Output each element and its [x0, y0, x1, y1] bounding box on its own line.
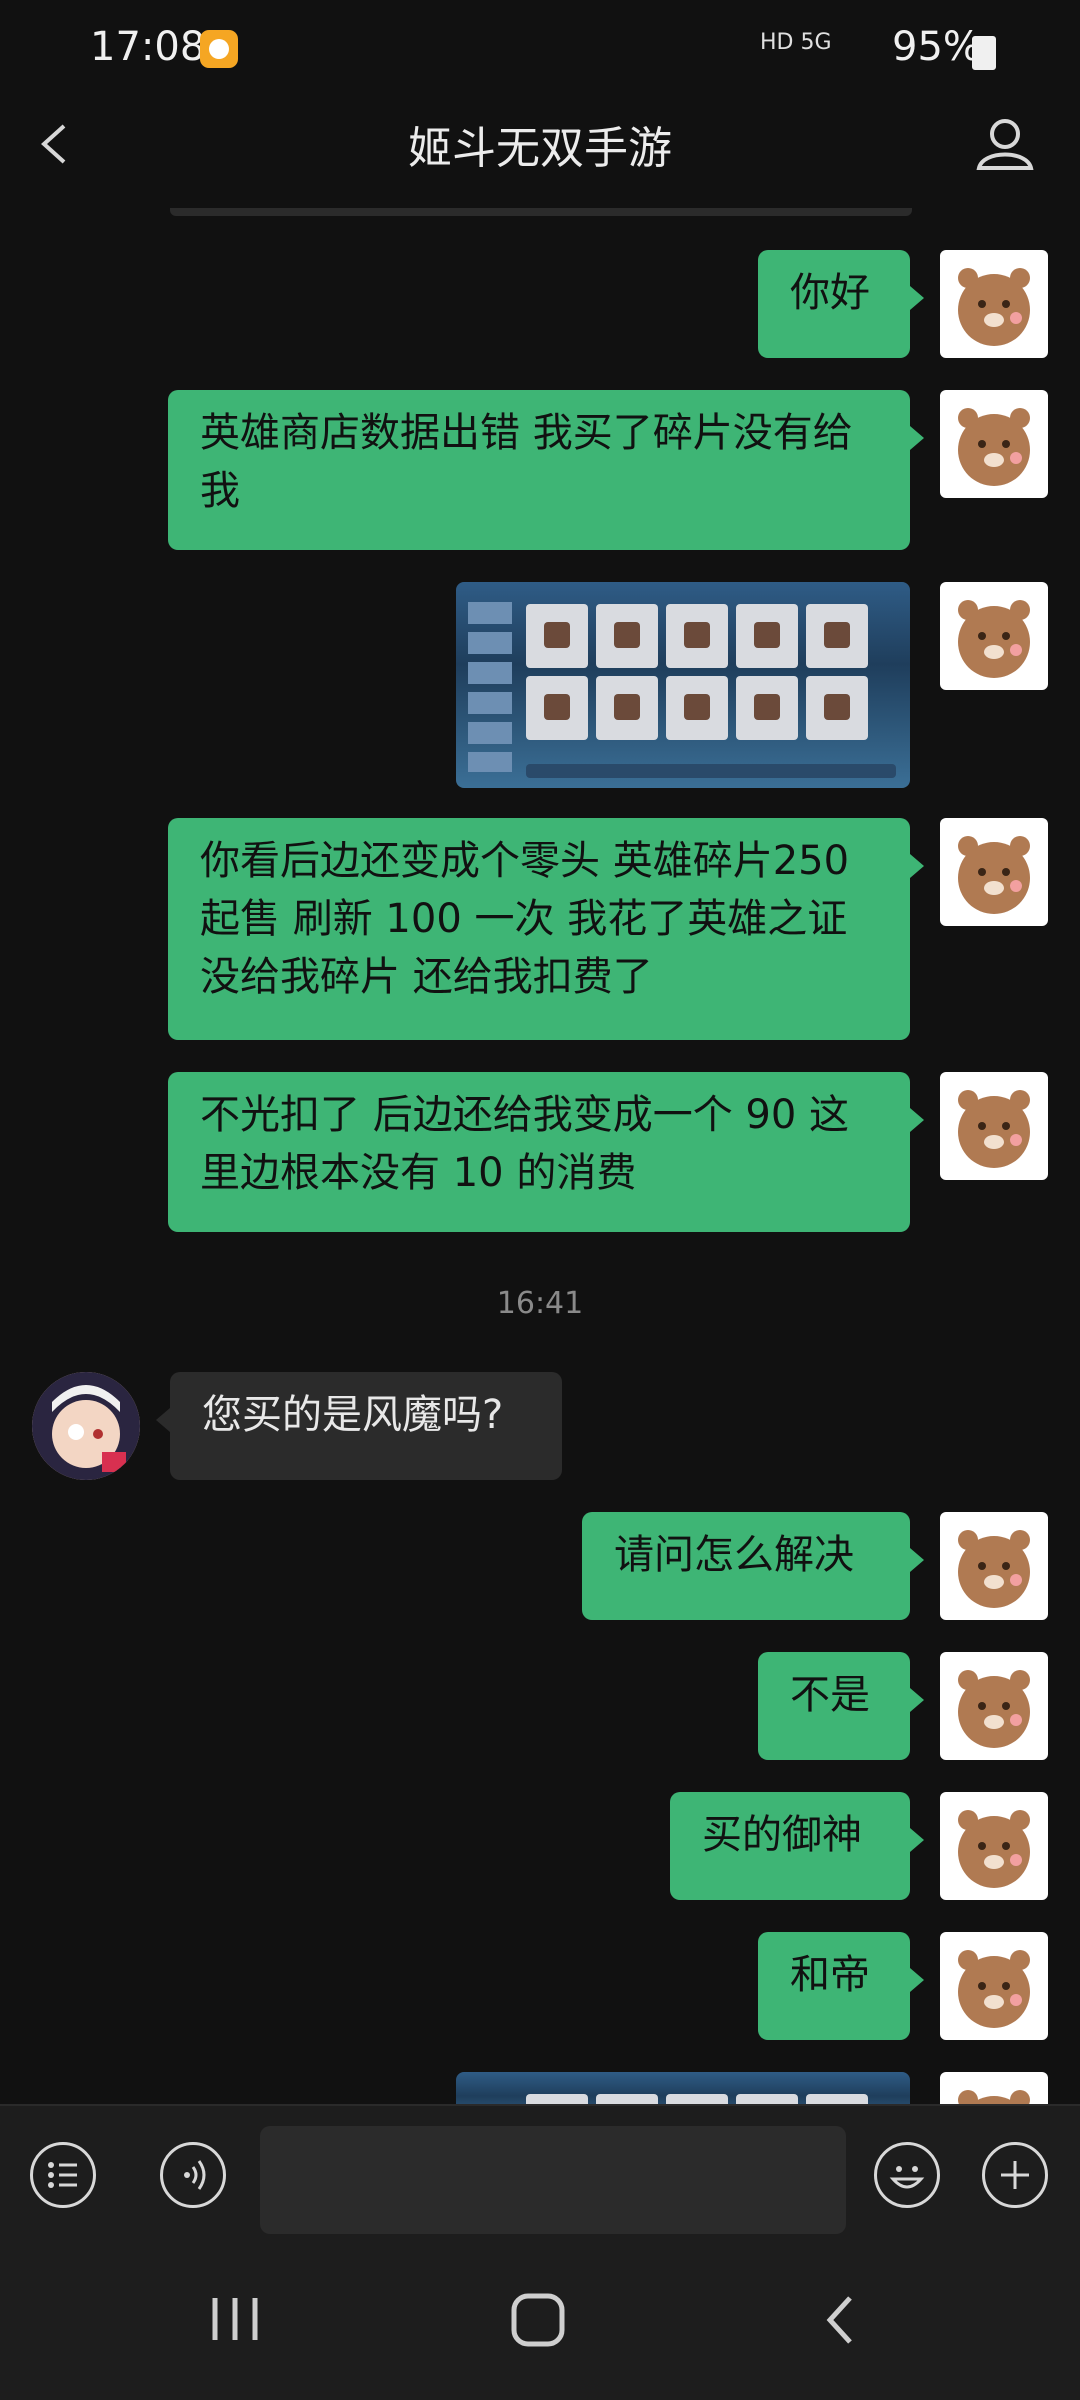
user-avatar[interactable]: [940, 1932, 1048, 2040]
message-timestamp: 16:41: [496, 1286, 584, 1321]
image-message[interactable]: [456, 582, 910, 788]
menu-icon[interactable]: [30, 2142, 96, 2208]
system-nav-bar: [0, 2234, 1080, 2400]
user-avatar[interactable]: [940, 1792, 1048, 1900]
message-bubble[interactable]: 请问怎么解决: [582, 1512, 924, 1620]
message-bubble[interactable]: 您买的是风魔吗?: [156, 1372, 562, 1480]
user-avatar[interactable]: [940, 818, 1048, 926]
user-avatar[interactable]: [940, 1512, 1048, 1620]
user-avatar[interactable]: [940, 390, 1048, 498]
chat-title: 姬斗无双手游: [408, 123, 672, 174]
message-bubble[interactable]: 不是: [758, 1652, 924, 1760]
message-bubble[interactable]: 你好: [758, 250, 924, 358]
message-bubble[interactable]: 和帝: [758, 1932, 924, 2040]
message-bubble[interactable]: 英雄商店数据出错 我买了碎片没有给我: [168, 390, 924, 550]
message-bubble[interactable]: 买的御神: [670, 1792, 924, 1900]
user-avatar[interactable]: [940, 1072, 1048, 1180]
home-icon[interactable]: [510, 2292, 566, 2352]
app-notification-icon: [200, 30, 238, 68]
message-bubble[interactable]: 你看后边还变成个零头 英雄碎片250 起售 刷新 100 一次 我花了英雄之证 …: [168, 818, 924, 1040]
agent-avatar[interactable]: [32, 1372, 140, 1480]
previous-message-edge: [170, 208, 912, 216]
user-avatar[interactable]: [940, 250, 1048, 358]
recent-apps-icon[interactable]: [205, 2294, 265, 2348]
battery-icon: [972, 36, 996, 70]
battery-percent: 95%: [892, 24, 981, 70]
emoji-icon[interactable]: [874, 2142, 940, 2208]
plus-icon[interactable]: [982, 2142, 1048, 2208]
message-input[interactable]: [260, 2126, 846, 2234]
message-bubble[interactable]: 不光扣了 后边还给我变成一个 90 这里边根本没有 10 的消费: [168, 1072, 924, 1232]
user-avatar[interactable]: [940, 582, 1048, 690]
network-status: HD 5G: [760, 30, 832, 55]
voice-icon[interactable]: [160, 2142, 226, 2208]
back-nav-icon[interactable]: [820, 2292, 860, 2352]
status-time: 17:08: [90, 24, 206, 70]
profile-icon[interactable]: [975, 112, 1035, 176]
user-avatar[interactable]: [940, 1652, 1048, 1760]
